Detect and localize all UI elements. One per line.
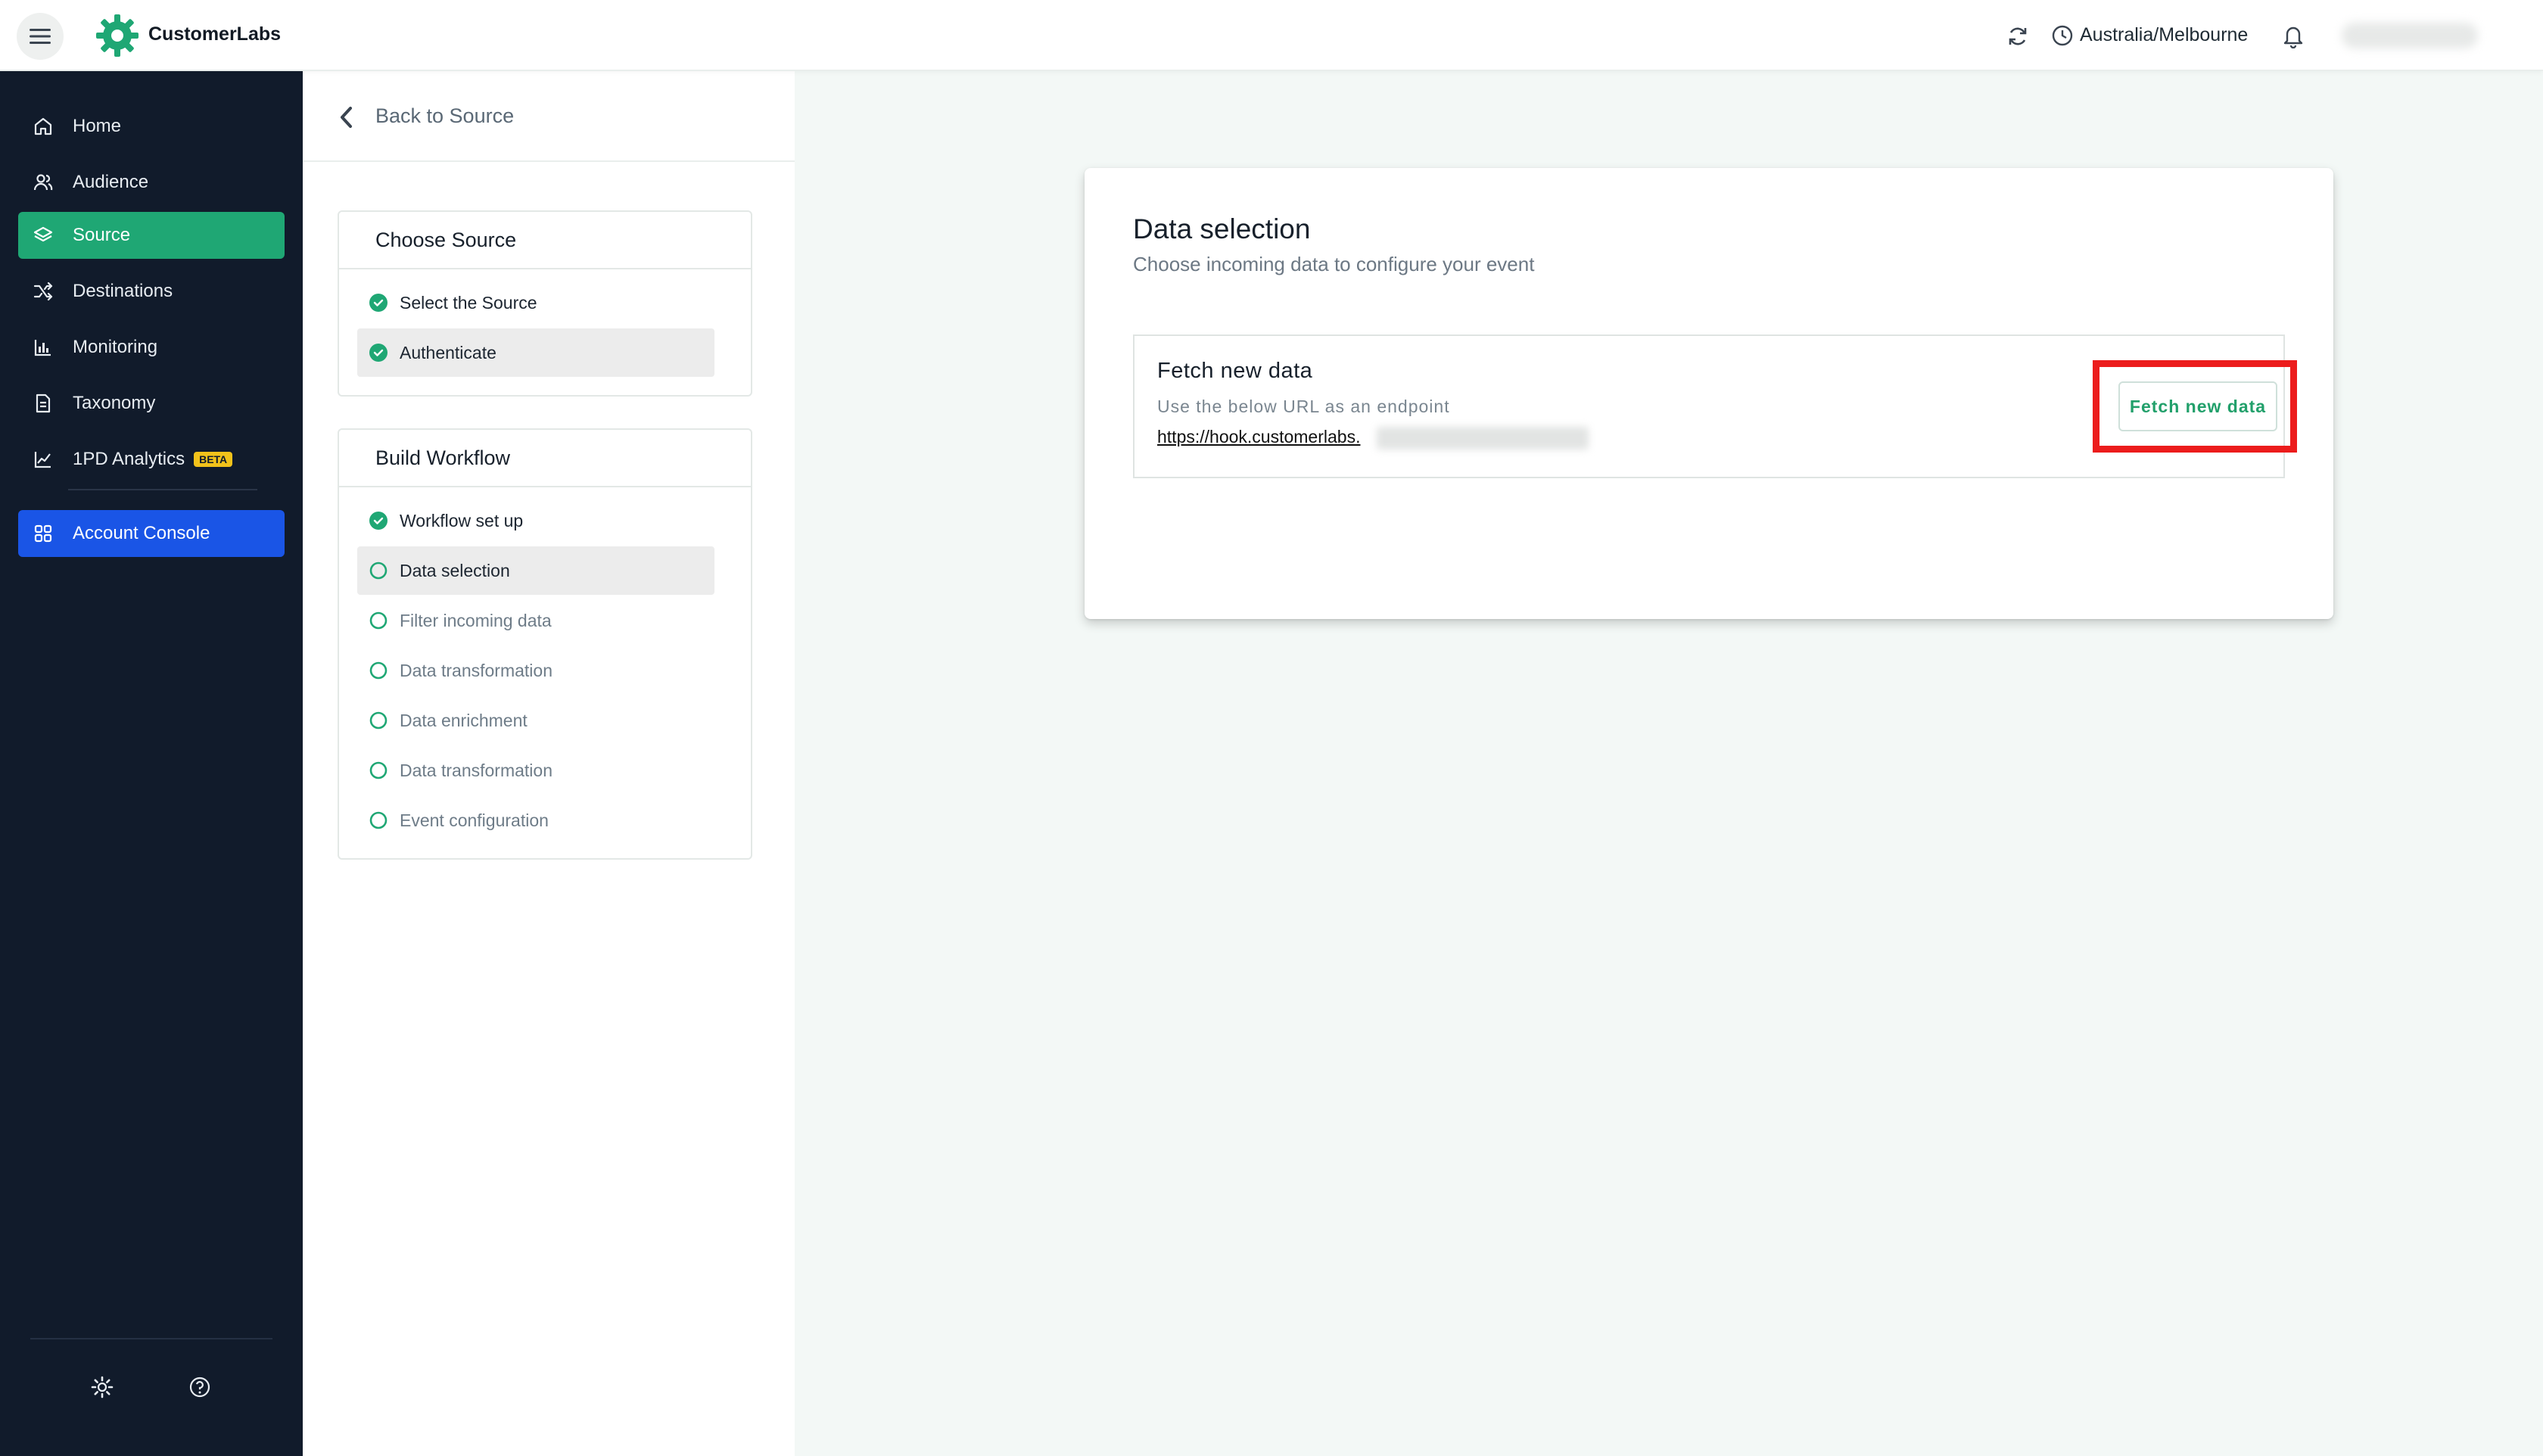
endpoint-url-redacted [1377, 427, 1589, 450]
sidebar-item-label: 1PD Analytics [73, 449, 185, 469]
document-icon [32, 392, 54, 415]
sidebar-item-audience[interactable]: Audience [18, 159, 285, 206]
step-filter-incoming-data[interactable]: Filter incoming data [357, 596, 714, 645]
step-label: Data transformation [400, 760, 552, 780]
page-title: Data selection [1133, 213, 1311, 244]
sidebar-item-label: Source [73, 225, 131, 245]
check-circle-icon [369, 344, 388, 362]
fetch-title: Fetch new data [1157, 359, 1313, 383]
empty-circle-icon [369, 711, 388, 730]
sidebar-item-label: Destinations [73, 281, 173, 301]
empty-circle-icon [369, 611, 388, 630]
check-circle-icon [369, 512, 388, 530]
chevron-left-icon [341, 107, 352, 128]
beta-badge: BETA [194, 452, 233, 467]
sidebar-item-label: Monitoring [73, 337, 158, 357]
empty-circle-icon [369, 562, 388, 580]
refresh-icon[interactable] [2006, 24, 2030, 48]
sidebar-item-label: Home [73, 116, 122, 136]
sidebar-item-home[interactable]: Home [18, 103, 285, 150]
layers-icon [32, 224, 54, 247]
build-workflow-card: Build Workflow Workflow set up Data sele… [338, 428, 752, 860]
hamburger-icon [30, 29, 51, 44]
settings-gear-icon[interactable] [89, 1374, 115, 1400]
step-select-the-source[interactable]: Select the Source [357, 278, 714, 327]
sidebar-footer-divider [30, 1338, 272, 1339]
clock-icon [2052, 25, 2073, 46]
choose-source-card: Choose Source Select the Source Authenti… [338, 210, 752, 397]
empty-circle-icon [369, 761, 388, 779]
step-label: Data transformation [400, 660, 552, 680]
back-to-source-link[interactable]: Back to Source [303, 71, 795, 162]
step-label: Authenticate [400, 342, 496, 362]
sidebar-item-source[interactable]: Source [18, 212, 285, 259]
step-data-enrichment[interactable]: Data enrichment [357, 696, 714, 745]
empty-circle-icon [369, 661, 388, 680]
help-icon[interactable] [187, 1374, 213, 1400]
top-bar: CustomerLabs Australia/Melbourne [0, 0, 2543, 71]
sidebar-item-taxonomy[interactable]: Taxonomy [18, 380, 285, 427]
sidebar-divider [68, 489, 257, 490]
line-chart-icon [32, 448, 54, 471]
sidebar-item-monitoring[interactable]: Monitoring [18, 324, 285, 371]
sidebar-item-destinations[interactable]: Destinations [18, 268, 285, 315]
user-menu[interactable] [2342, 23, 2478, 48]
fetch-new-data-button[interactable]: Fetch new data [2118, 381, 2277, 431]
build-workflow-title: Build Workflow [339, 430, 751, 487]
users-icon [32, 171, 54, 194]
step-authenticate[interactable]: Authenticate [357, 328, 714, 377]
step-label: Data enrichment [400, 710, 528, 730]
step-data-selection[interactable]: Data selection [357, 546, 714, 595]
step-label: Event configuration [400, 810, 549, 830]
workflow-steps-panel: Back to Source Choose Source Select the … [303, 71, 795, 1456]
shuffle-icon [32, 280, 54, 303]
step-label: Data selection [400, 560, 510, 580]
step-data-transformation[interactable]: Data transformation [357, 646, 714, 695]
step-label: Select the Source [400, 292, 537, 313]
step-data-transformation-2[interactable]: Data transformation [357, 746, 714, 795]
endpoint-url-link[interactable]: https://hook.customerlabs. [1157, 427, 1360, 447]
back-to-source-label: Back to Source [375, 104, 515, 127]
empty-circle-icon [369, 811, 388, 829]
sidebar: Home Audience Source Destinations Monito… [0, 71, 303, 1456]
sidebar-item-label: Audience [73, 172, 149, 192]
menu-toggle-button[interactable] [17, 13, 64, 60]
check-circle-icon [369, 294, 388, 312]
data-selection-card: Data selection Choose incoming data to c… [1085, 168, 2333, 619]
bar-chart-icon [32, 336, 54, 359]
fetch-description: Use the below URL as an endpoint [1157, 397, 1450, 416]
step-label: Filter incoming data [400, 610, 552, 630]
account-console-button[interactable]: Account Console [18, 510, 285, 557]
step-event-configuration[interactable]: Event configuration [357, 796, 714, 845]
page-subtitle: Choose incoming data to configure your e… [1133, 253, 1535, 275]
fetch-new-data-panel: Fetch new data Use the below URL as an e… [1133, 334, 2297, 478]
home-icon [32, 115, 54, 138]
step-label: Workflow set up [400, 510, 524, 530]
step-workflow-set-up[interactable]: Workflow set up [357, 496, 714, 545]
choose-source-title: Choose Source [339, 212, 751, 269]
grid-icon [32, 522, 54, 545]
brand-name: CustomerLabs [148, 23, 282, 45]
customerlabs-logo-icon [96, 14, 139, 57]
bell-icon[interactable] [2281, 23, 2305, 48]
sidebar-item-label: Taxonomy [73, 393, 156, 413]
account-console-label: Account Console [73, 523, 210, 543]
timezone-selector[interactable]: Australia/Melbourne [2080, 24, 2248, 46]
sidebar-item-1pd-analytics[interactable]: 1PD Analytics BETA [18, 436, 285, 483]
